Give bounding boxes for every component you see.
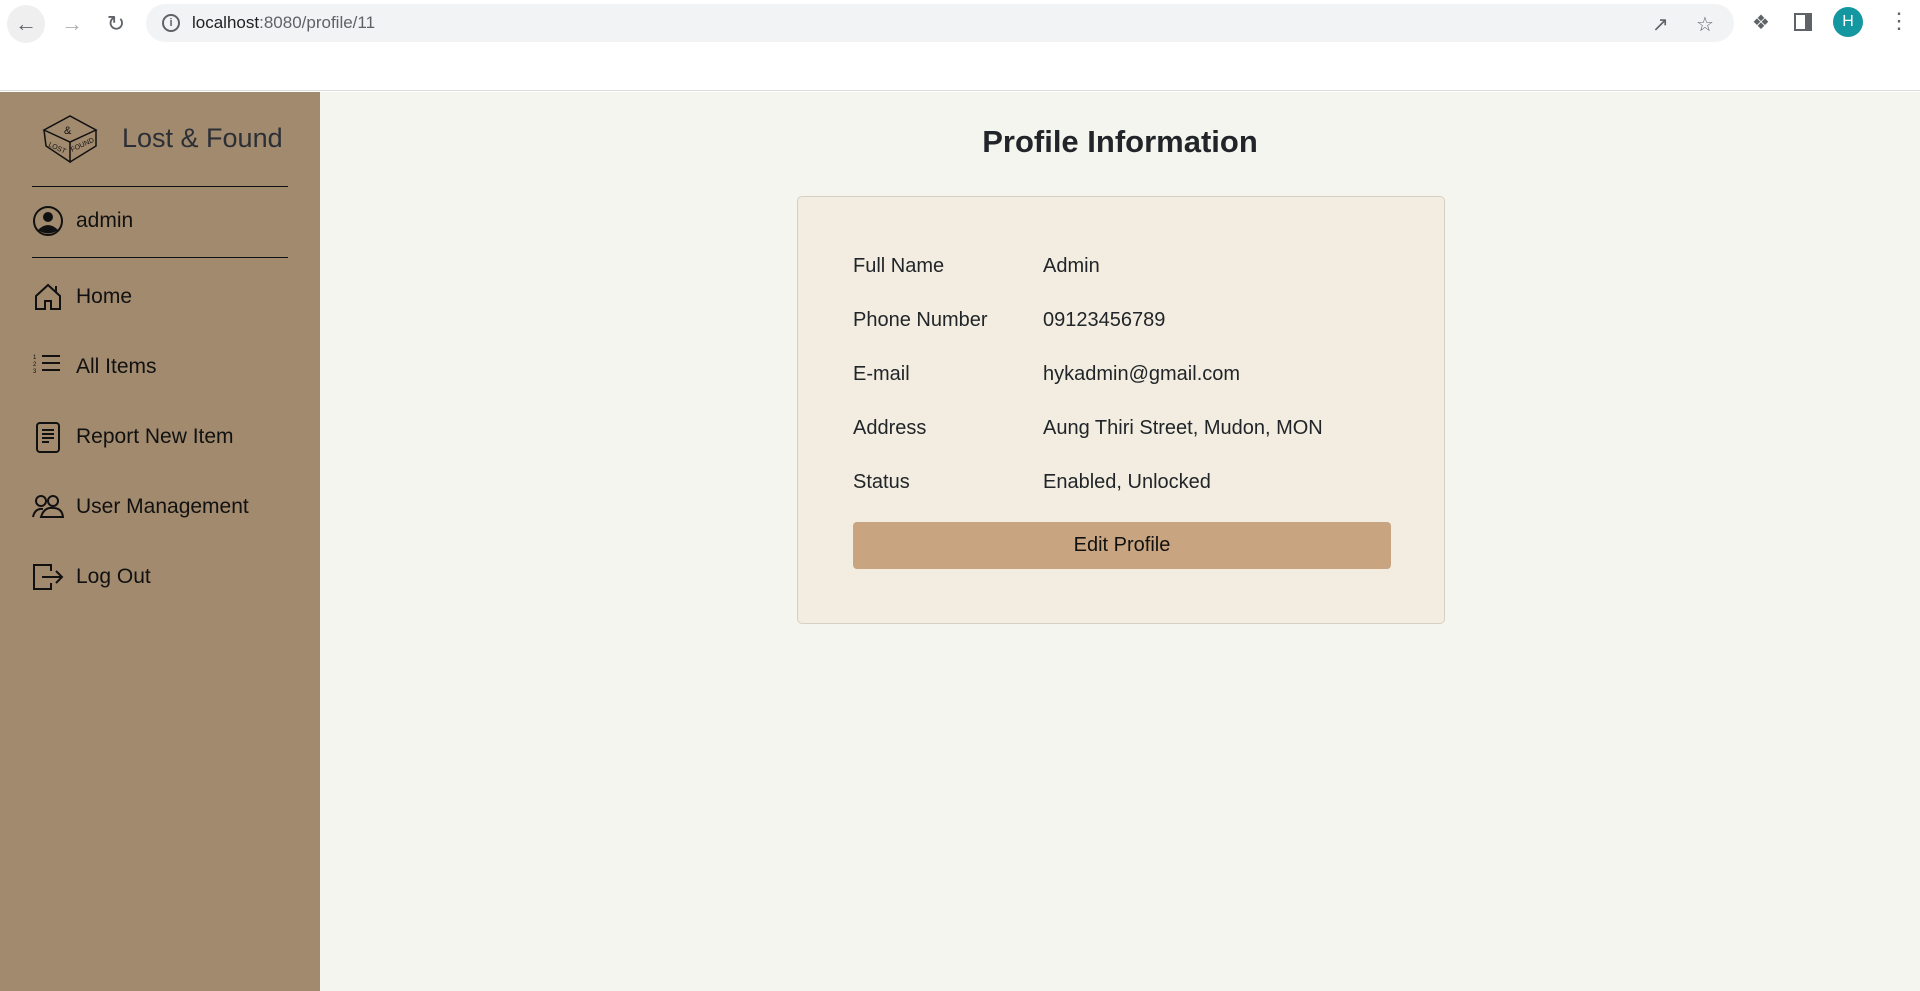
- forward-icon[interactable]: →: [53, 5, 91, 43]
- sidebar-item-home[interactable]: Home: [32, 281, 132, 313]
- lost-found-box-logo-icon: & LOST FOUND: [42, 115, 98, 164]
- field-value: hykadmin@gmail.com: [1043, 363, 1241, 385]
- menu-icon[interactable]: ⋮: [1888, 8, 1910, 34]
- svg-text:&: &: [64, 125, 72, 137]
- field-label: Full Name: [853, 255, 945, 277]
- sidebar-item-label: Report New Item: [76, 425, 234, 448]
- info-icon[interactable]: i: [162, 14, 180, 32]
- document-icon: [36, 422, 60, 453]
- profile-card: Full Name Admin Phone Number 09123456789 E…: [797, 196, 1445, 624]
- profile-avatar[interactable]: H: [1833, 7, 1863, 37]
- extensions-icon[interactable]: ❖: [1752, 10, 1770, 35]
- sidebar-item-user-management[interactable]: User Management: [32, 491, 249, 523]
- field-label: Address: [853, 417, 927, 439]
- users-icon: [32, 495, 64, 518]
- field-value: Admin: [1043, 255, 1100, 277]
- svg-text:1: 1: [33, 355, 37, 361]
- share-icon[interactable]: ↗: [1652, 12, 1669, 37]
- sidebar-item-label: User Management: [76, 495, 249, 518]
- user-circle-icon: [33, 206, 63, 236]
- brand[interactable]: & LOST FOUND Lost & Found: [42, 112, 283, 164]
- sidebar-item-label: Log Out: [76, 565, 151, 588]
- divider: [32, 257, 288, 258]
- side-panel-icon[interactable]: [1794, 13, 1812, 31]
- edit-profile-button[interactable]: Edit Profile: [853, 522, 1391, 569]
- url-text[interactable]: localhost:8080/profile/11: [192, 13, 375, 33]
- sidebar-item-log-out[interactable]: Log Out: [32, 561, 151, 593]
- field-label: Phone Number: [853, 309, 988, 331]
- sidebar-item-report-new-item[interactable]: Report New Item: [32, 421, 234, 453]
- url-path: :8080/profile/11: [259, 13, 376, 32]
- field-value: Aung Thiri Street, Mudon, MON: [1043, 417, 1323, 439]
- sidebar: & LOST FOUND Lost & Found admin Home 123…: [0, 92, 320, 991]
- sidebar-item-all-items[interactable]: 123 All Items: [32, 351, 157, 383]
- numbered-list-icon: 123: [33, 355, 60, 375]
- address-bar[interactable]: i localhost:8080/profile/11 ↗ ☆: [146, 4, 1734, 42]
- back-icon[interactable]: ←: [7, 5, 45, 43]
- field-label: Status: [853, 471, 910, 493]
- svg-text:3: 3: [33, 369, 37, 375]
- sidebar-user[interactable]: admin: [32, 205, 133, 237]
- field-value: Enabled, Unlocked: [1043, 471, 1211, 493]
- svg-text:2: 2: [33, 362, 37, 368]
- username: admin: [76, 209, 134, 232]
- sidebar-item-label: All Items: [76, 355, 157, 378]
- home-icon: [35, 283, 61, 310]
- logout-icon: [33, 564, 64, 590]
- url-host: localhost: [192, 13, 260, 32]
- sidebar-item-label: Home: [76, 285, 133, 308]
- star-icon[interactable]: ☆: [1696, 12, 1714, 37]
- field-label: E-mail: [853, 363, 910, 385]
- field-value: 09123456789: [1043, 309, 1166, 331]
- page-title: Profile Information: [982, 124, 1258, 159]
- main-content: Profile Information Full Name Admin Phone…: [320, 92, 1920, 991]
- browser-toolbar: ← → ↻ i localhost:8080/profile/11 ↗ ☆ ❖ …: [0, 0, 1920, 91]
- reload-icon[interactable]: ↻: [97, 5, 135, 43]
- divider: [32, 186, 288, 187]
- brand-name: Lost & Found: [122, 122, 283, 153]
